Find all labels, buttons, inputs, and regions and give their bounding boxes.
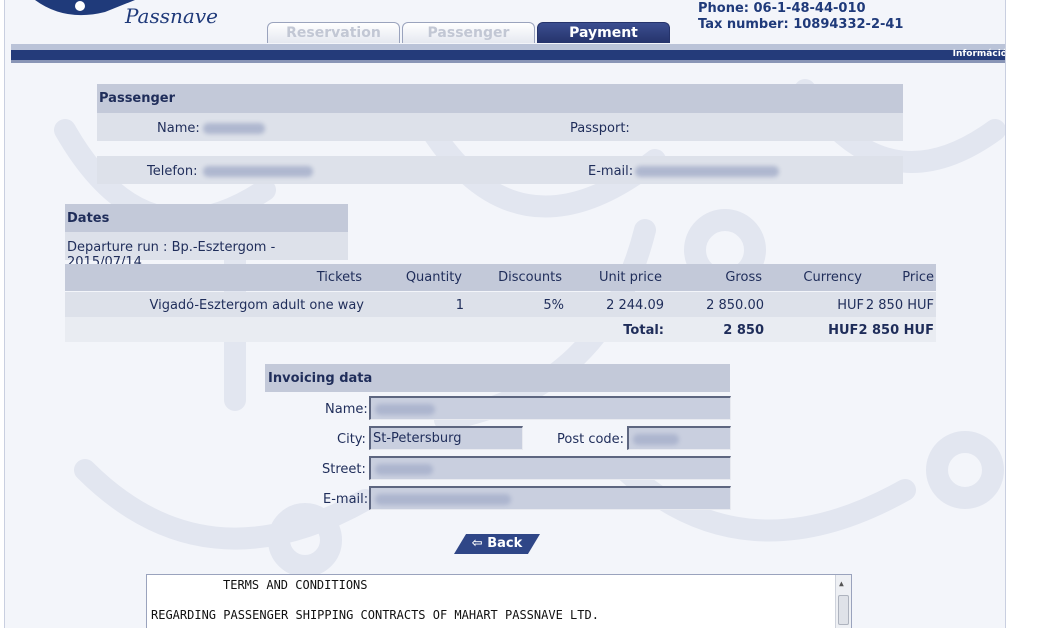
passenger-name-value [203,123,265,134]
phone-value [203,166,313,177]
col-unit-price: Unit price [599,270,662,285]
postcode-value [633,434,679,445]
postcode-label: Post code: [557,432,625,447]
back-button-label: Back [487,536,523,551]
passenger-email-value [635,166,779,177]
contact-tax: Tax number: 10894332-2-41 [698,17,904,32]
invoice-email-input[interactable] [369,486,731,510]
street-label: Street: [322,462,366,477]
invoice-name-value [375,404,435,415]
dates-section-title: Dates [65,204,348,232]
col-gross: Gross [725,270,762,285]
ticket-unit-price: 2 244.09 [606,298,664,313]
col-price: Price [902,270,934,285]
tickets-total-row: Total: 2 850 HUF2 850 HUF [65,317,936,342]
tab-passenger[interactable]: Passenger [402,22,535,43]
tickets-table-header: Tickets Quantity Discounts Unit price Gr… [65,264,936,291]
col-tickets: Tickets [316,270,362,285]
departure-run: Departure run : Bp.-Esztergom - 2015/07/… [65,232,348,270]
tab-payment[interactable]: Payment [537,22,670,43]
phone-label: Telefon: [147,164,198,179]
invoice-name-input[interactable] [369,396,731,420]
terms-line-1: REGARDING PASSENGER SHIPPING CONTRACTS O… [151,608,599,622]
contact-info: Phone: 06-1-48-44-010 Tax number: 108943… [698,1,903,33]
ticket-gross: 2 850.00 [706,298,764,313]
passenger-name-label: Name: [157,121,200,136]
ticket-currency: HUF [837,298,864,313]
ticket-price: 2 850 HUF [865,298,934,313]
ticket-discount: 5% [543,298,564,313]
city-input[interactable]: St-Petersburg [369,426,523,450]
street-value [375,464,433,475]
col-currency: Currency [803,270,862,285]
contact-phone: Phone: 06-1-48-44-010 [698,1,866,16]
terms-textarea[interactable]: TERMS AND CONDITIONS REGARDING PASSENGER… [146,574,852,628]
col-quantity: Quantity [405,270,462,285]
ticket-quantity: 1 [455,298,464,313]
brand-name: Passnave [125,4,218,28]
invoice-email-label: E-mail: [323,492,369,507]
ticket-name: Vigadó-Esztergom adult one way [149,298,364,313]
header-band-dark: Információ [11,49,1005,60]
passenger-section-title: Passenger [97,84,903,113]
postcode-input[interactable] [627,426,731,450]
terms-heading: TERMS AND CONDITIONS [223,578,368,592]
info-link[interactable]: Információ [953,49,1005,59]
street-input[interactable] [369,456,731,480]
passenger-row-1: Name: Passport: [97,113,903,141]
total-gross: 2 850 [723,323,764,338]
scroll-up-icon[interactable]: ▲ [839,579,844,588]
col-discounts: Discounts [498,270,562,285]
invoicing-section-title: Invoicing data [265,364,730,392]
back-button[interactable]: ⇦ Back [454,534,540,554]
tab-reservation[interactable]: Reservation [267,22,400,43]
scroll-thumb[interactable] [838,595,849,625]
total-label: Total: [623,323,664,338]
passenger-email-label: E-mail: [588,164,634,179]
passenger-row-2: Telefon: E-mail: [97,156,903,184]
total-price: HUF2 850 HUF [828,323,934,338]
page-container: Passnave Phone: 06-1-48-44-010 Tax numbe… [4,0,1006,628]
invoice-email-value [375,494,511,505]
arrow-left-icon: ⇦ [471,536,483,551]
invoice-name-label: Name: [325,402,368,417]
passport-label: Passport: [570,121,630,136]
city-label: City: [337,432,366,447]
table-row: Vigadó-Esztergom adult one way 1 5% 2 24… [65,292,936,317]
header-band-bottom [11,60,1005,63]
terms-scrollbar[interactable]: ▲ [835,575,851,628]
